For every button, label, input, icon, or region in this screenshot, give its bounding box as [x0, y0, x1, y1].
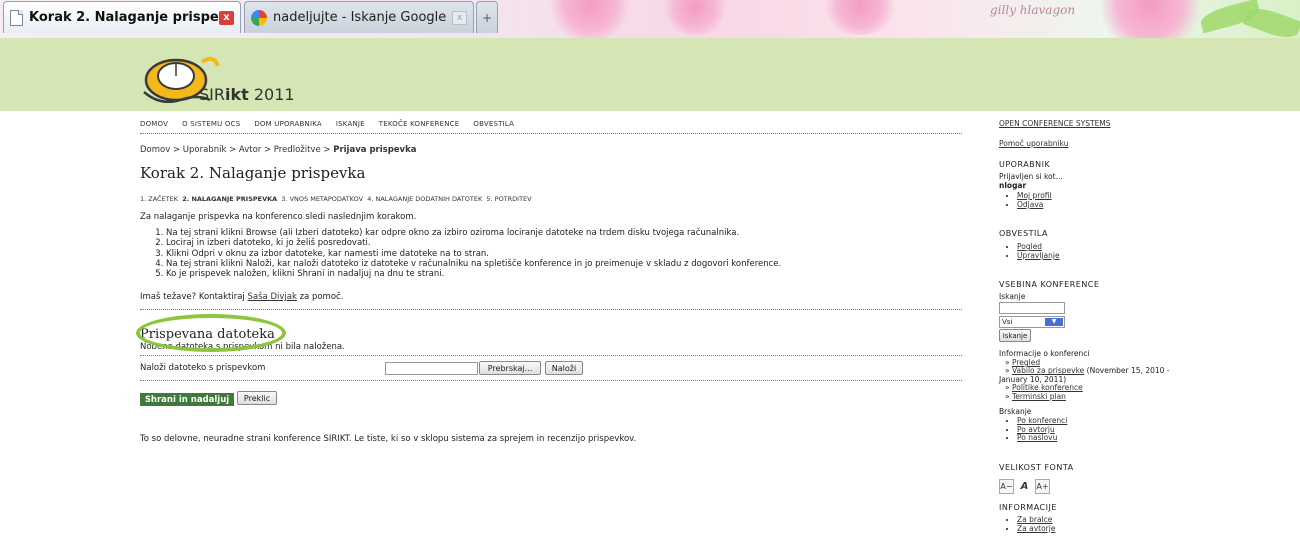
site-header: SIRikt 2011	[0, 38, 1300, 111]
help-suffix: za pomoč.	[296, 292, 344, 302]
logged-in-label: Prijavljen si kot...	[999, 172, 1063, 181]
highlight-circle	[136, 314, 286, 352]
breadcrumb-trail[interactable]: Domov > Uporabnik > Avtor > Predložitve …	[140, 145, 333, 155]
background-leaf	[1242, 3, 1300, 38]
nav-current-conferences[interactable]: TEKOČE KONFERENCE	[379, 120, 460, 134]
instruction-item: Na tej strani klikni Naloži, kar naloži …	[166, 259, 781, 269]
divider	[140, 309, 962, 310]
info-heading: INFORMACIJE	[999, 503, 1057, 512]
nav-announcements[interactable]: OBVESTILA	[473, 120, 514, 134]
my-profile-link[interactable]: Moj profil	[1017, 191, 1052, 200]
upload-button[interactable]: Naloži	[545, 361, 583, 375]
help-text: Imaš težave? Kontaktiraj Saša Divjak za …	[140, 292, 343, 302]
for-authors-link[interactable]: Za avtorje	[1017, 524, 1055, 533]
browser-tab-inactive[interactable]: nadeljujte - Iskanje Google x	[244, 1, 474, 33]
intro-text: Za nalaganje prispevka na konferenco sle…	[140, 212, 417, 222]
font-default-button[interactable]: A	[1017, 479, 1032, 494]
browse-button[interactable]: Prebrskaj...	[479, 361, 541, 375]
step-2-current: 2. NALAGANJE PRISPEVKA	[182, 195, 278, 203]
help-prefix: Imaš težave? Kontaktiraj	[140, 292, 248, 302]
breadcrumb: Domov > Uporabnik > Avtor > Predložitve …	[140, 145, 416, 155]
step-4: 4. NALAGANJE DODATNIH DATOTEK	[367, 195, 483, 203]
username: nlogar	[999, 181, 1027, 190]
nav-search[interactable]: ISKANJE	[336, 120, 365, 134]
background-flower	[820, 0, 900, 35]
step-indicator: 1. ZAČETEK 2. NALAGANJE PRISPEVKA 3. VNO…	[140, 195, 532, 203]
save-continue-button[interactable]: Shrani in nadaljuj	[140, 393, 234, 406]
logo-text[interactable]: SIRikt 2011	[199, 85, 295, 104]
background-flower	[1090, 0, 1210, 38]
nav-home[interactable]: DOMOV	[140, 120, 168, 134]
search-button[interactable]: Iskanje	[999, 329, 1031, 342]
page-title: Korak 2. Nalaganje prispevka	[140, 164, 366, 182]
cfp-dates: (November 15, 2010 -	[1084, 366, 1170, 376]
browser-tab-active[interactable]: Korak 2. Nalaganje prispe... x	[3, 1, 241, 33]
news-heading: OBVESTILA	[999, 229, 1049, 238]
by-title-link[interactable]: Po naslovu	[1017, 433, 1057, 442]
content-heading: VSEBINA KONFERENCE	[999, 280, 1100, 289]
footer-note: To so delovne, neuradne strani konferenc…	[140, 434, 637, 444]
news-view-link[interactable]: Pogled	[1017, 242, 1042, 251]
search-scope-select[interactable]: Vsi ▼	[999, 316, 1065, 328]
font-larger-button[interactable]: A+	[1035, 479, 1050, 494]
instruction-item: Klikni Odpri v oknu za izbor datoteke, k…	[166, 249, 781, 259]
info-links: Za bralce Za avtorje	[999, 515, 1055, 533]
user-heading: UPORABNIK	[999, 160, 1051, 169]
search-input[interactable]	[999, 302, 1065, 314]
nav-user-home[interactable]: DOM UPORABNIKA	[254, 120, 322, 134]
browse-heading: Brskanje	[999, 407, 1032, 416]
contact-link[interactable]: Saša Divjak	[248, 292, 297, 302]
nav-about[interactable]: O SISTEMU OCS	[182, 120, 240, 134]
instructions-list: Na tej strani klikni Browse (ali Izberi …	[140, 228, 781, 279]
main-content: DOMOV O SISTEMU OCS DOM UPORABNIKA ISKAN…	[136, 111, 962, 539]
page-icon	[10, 9, 23, 26]
divider	[140, 380, 962, 381]
logo-year: 2011	[253, 85, 295, 104]
google-icon	[251, 9, 267, 26]
tab-title: Korak 2. Nalaganje prispe...	[29, 10, 219, 25]
instruction-item: Na tej strani klikni Browse (ali Izberi …	[166, 228, 781, 238]
upload-label: Naloži datoteko s prispevkom	[140, 363, 266, 373]
font-size-heading: VELIKOST FONTA	[999, 463, 1074, 472]
step-1: 1. ZAČETEK	[140, 195, 179, 203]
divider	[140, 133, 962, 134]
background-flower	[660, 0, 730, 35]
upload-row: Naloži datoteko s prispevkom Prebrskaj..…	[140, 356, 962, 378]
background-signature: gilly hlavagon	[990, 3, 1076, 17]
timeline-link[interactable]: Terminski plan	[1012, 392, 1066, 401]
background-flower	[545, 0, 635, 38]
browse-links: Po konferenci Po avtorju Po naslovu	[999, 416, 1067, 443]
ocs-link[interactable]: OPEN CONFERENCE SYSTEMS	[999, 119, 1111, 128]
top-nav: DOMOV O SISTEMU OCS DOM UPORABNIKA ISKAN…	[140, 120, 962, 134]
logo-bold: ikt	[225, 85, 249, 104]
tab-title: nadeljujte - Iskanje Google	[273, 10, 447, 25]
close-icon[interactable]: x	[452, 10, 467, 25]
step-3: 3. VNOS METAPODATKOV	[281, 195, 364, 203]
user-help-link[interactable]: Pomoč uporabniku	[999, 139, 1069, 148]
sidebar: OPEN CONFERENCE SYSTEMS Pomoč uporabniku…	[999, 111, 1299, 539]
logo-prefix: SIR	[199, 85, 225, 104]
instruction-item: Ko je prispevek naložen, klikni Shrani i…	[166, 269, 781, 279]
search-label: Iskanje	[999, 292, 1026, 301]
conf-info-links: » Pregled » Vabilo za prispevke (Novembe…	[999, 358, 1170, 401]
close-icon[interactable]: x	[219, 10, 234, 25]
search-scope-value: Vsi	[1002, 318, 1013, 326]
user-links: Moj profil Odjava	[999, 191, 1052, 209]
logout-link[interactable]: Odjava	[1017, 200, 1043, 209]
breadcrumb-current[interactable]: Prijava prispevka	[333, 145, 416, 155]
conf-info-heading: Informacije o konferenci	[999, 349, 1090, 358]
news-manage-link[interactable]: Upravljanje	[1017, 251, 1060, 260]
new-tab-button[interactable]: +	[476, 1, 498, 33]
file-input[interactable]	[385, 362, 478, 375]
news-links: Pogled Upravljanje	[999, 242, 1060, 260]
chevron-down-icon[interactable]: ▼	[1045, 318, 1063, 326]
font-smaller-button[interactable]: A−	[999, 479, 1014, 494]
instruction-item: Lociraj in izberi datoteko, ki jo želiš …	[166, 238, 781, 248]
cancel-button[interactable]: Preklic	[237, 391, 277, 405]
browser-tab-strip: gilly hlavagon Korak 2. Nalaganje prispe…	[0, 0, 1300, 38]
step-5: 5. POTRDITEV	[486, 195, 532, 203]
